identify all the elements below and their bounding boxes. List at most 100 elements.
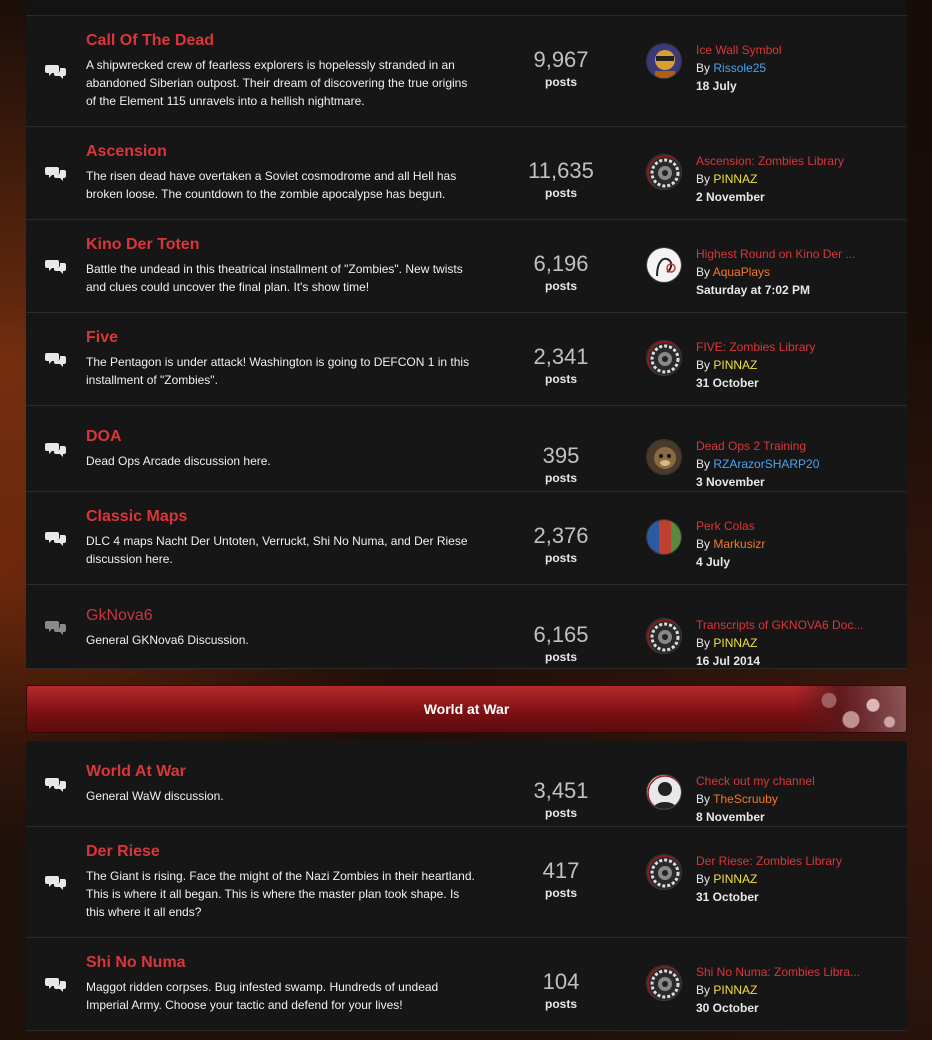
last-post-date[interactable]: Saturday at 7:02 PM (696, 283, 855, 297)
last-post-title-link[interactable]: Check out my channel (696, 774, 815, 788)
chat-bubbles-icon (45, 777, 66, 792)
avatar-default[interactable] (646, 774, 682, 810)
last-post-date[interactable]: 2 November (696, 190, 844, 204)
forum-title-link[interactable]: Kino Der Toten (86, 236, 476, 254)
forum-status-cell (26, 741, 86, 826)
forum-status-cell (26, 406, 86, 491)
last-post-title-link[interactable]: Der Riese: Zombies Library (696, 854, 842, 868)
last-post-date[interactable]: 16 Jul 2014 (696, 654, 863, 668)
avatar-gear[interactable] (646, 618, 682, 654)
chat-bubbles-icon (45, 978, 66, 992)
by-label: By (696, 792, 711, 806)
forum-title-link[interactable]: Five (86, 329, 476, 347)
last-post-date[interactable]: 18 July (696, 79, 782, 93)
last-post-title-link[interactable]: FIVE: Zombies Library (696, 340, 815, 354)
by-label: By (696, 537, 711, 551)
last-post-title-link[interactable]: Shi No Numa: Zombies Libra... (696, 965, 860, 979)
avatar-colas[interactable] (646, 519, 682, 555)
forum-row: Kino Der Toten Battle the undead in this… (26, 220, 907, 313)
by-label: By (696, 872, 711, 886)
forum-stats: 9,967 posts (486, 16, 636, 126)
avatar-gear[interactable] (646, 854, 682, 890)
forum-stats: 104 posts (486, 938, 636, 1030)
last-post-user-link[interactable]: AquaPlays (713, 265, 770, 279)
forum-title-link[interactable]: World At War (86, 763, 476, 781)
last-post-user-link[interactable]: RZArazorSHARP20 (713, 457, 819, 471)
last-post-date[interactable]: 4 July (696, 555, 765, 569)
forum-row: Call Of The Dead A shipwrecked crew of f… (26, 16, 907, 127)
forum-title-link[interactable]: Shi No Numa (86, 954, 476, 972)
forum-row: Shi No Numa Maggot ridden corpses. Bug i… (26, 938, 907, 1031)
by-label: By (696, 636, 711, 650)
last-post: Check out my channel By TheScruuby 8 Nov… (636, 741, 907, 826)
last-post-title-link[interactable]: Perk Colas (696, 519, 765, 533)
forum-description: The Pentagon is under attack! Washington… (86, 355, 470, 387)
last-post-title-link[interactable]: Ascension: Zombies Library (696, 154, 844, 168)
top-strip (26, 0, 907, 16)
forum-row: Der Riese The Giant is rising. Face the … (26, 827, 907, 938)
avatar-monkey[interactable] (646, 439, 682, 475)
avatar-portrait[interactable] (646, 43, 682, 79)
forum-status-cell (26, 220, 86, 312)
forum-row: Five The Pentagon is under attack! Washi… (26, 313, 907, 406)
last-post-date[interactable]: 30 October (696, 1001, 860, 1015)
forum-description: DLC 4 maps Nacht Der Untoten, Verruckt, … (86, 534, 468, 566)
posts-label: posts (544, 997, 577, 1011)
avatar-gear[interactable] (646, 965, 682, 1001)
posts-label: posts (544, 551, 577, 565)
forum-title-link[interactable]: Classic Maps (86, 508, 476, 526)
last-post-user-link[interactable]: PINNAZ (713, 358, 757, 372)
by-label: By (696, 983, 711, 997)
last-post-date[interactable]: 3 November (696, 475, 819, 489)
forum-status-cell (26, 313, 86, 405)
forum-title-link[interactable]: Ascension (86, 143, 476, 161)
forum-title-link[interactable]: DOA (86, 428, 476, 446)
by-label: By (696, 457, 711, 471)
last-post-date[interactable]: 31 October (696, 890, 842, 904)
last-post-date[interactable]: 31 October (696, 376, 815, 390)
last-post-info: Der Riese: Zombies Library By PINNAZ 31 … (696, 854, 842, 937)
forum-row: Ascension The risen dead have overtaken … (26, 127, 907, 220)
post-count: 9,967 (533, 47, 589, 72)
forum-stats: 6,196 posts (486, 220, 636, 312)
posts-label: posts (544, 471, 577, 485)
forum-title-link[interactable]: Der Riese (86, 843, 476, 861)
forum-description: The Giant is rising. Face the might of t… (86, 869, 475, 919)
forum-title-link[interactable]: Call Of The Dead (86, 32, 476, 50)
avatar-gear[interactable] (646, 154, 682, 190)
avatar-sketch[interactable] (646, 247, 682, 283)
posts-label: posts (544, 806, 577, 820)
forum-row: GkNova6 General GKNova6 Discussion. 6,16… (26, 585, 907, 669)
forum-title-link[interactable]: GkNova6 (86, 607, 476, 625)
forum-stats: 2,341 posts (486, 313, 636, 405)
forum-section-black-ops: Call Of The Dead A shipwrecked crew of f… (26, 16, 907, 669)
last-post: Perk Colas By Markusizr 4 July (636, 492, 907, 584)
last-post-title-link[interactable]: Transcripts of GKNOVA6 Doc... (696, 618, 863, 632)
posts-label: posts (544, 650, 577, 664)
forum-info: Five The Pentagon is under attack! Washi… (86, 313, 486, 405)
category-header[interactable]: World at War (26, 685, 907, 733)
last-post-user-link[interactable]: PINNAZ (713, 172, 757, 186)
last-post-user-link[interactable]: PINNAZ (713, 636, 757, 650)
last-post-info: Dead Ops 2 Training By RZArazorSHARP20 3… (696, 439, 819, 491)
last-post-user-link[interactable]: PINNAZ (713, 983, 757, 997)
last-post-title-link[interactable]: Dead Ops 2 Training (696, 439, 819, 453)
avatar-gear[interactable] (646, 340, 682, 376)
chat-bubbles-icon (45, 353, 66, 367)
last-post-user-link[interactable]: PINNAZ (713, 872, 757, 886)
last-post-user-link[interactable]: TheScruuby (713, 792, 778, 806)
last-post-user-link[interactable]: Markusizr (713, 537, 765, 551)
last-post-date[interactable]: 8 November (696, 810, 815, 824)
post-count: 11,635 (528, 158, 594, 183)
forum-description: General GKNova6 Discussion. (86, 633, 249, 647)
forum-info: Classic Maps DLC 4 maps Nacht Der Untote… (86, 492, 486, 584)
forum-description: The risen dead have overtaken a Soviet c… (86, 169, 457, 201)
last-post-info: Ice Wall Symbol By Rissole25 18 July (696, 43, 782, 126)
posts-label: posts (544, 886, 577, 900)
last-post-title-link[interactable]: Highest Round on Kino Der ... (696, 247, 855, 261)
post-count: 6,165 (533, 622, 589, 647)
last-post-user-link[interactable]: Rissole25 (713, 61, 766, 75)
last-post-info: Ascension: Zombies Library By PINNAZ 2 N… (696, 154, 844, 219)
last-post-title-link[interactable]: Ice Wall Symbol (696, 43, 782, 57)
